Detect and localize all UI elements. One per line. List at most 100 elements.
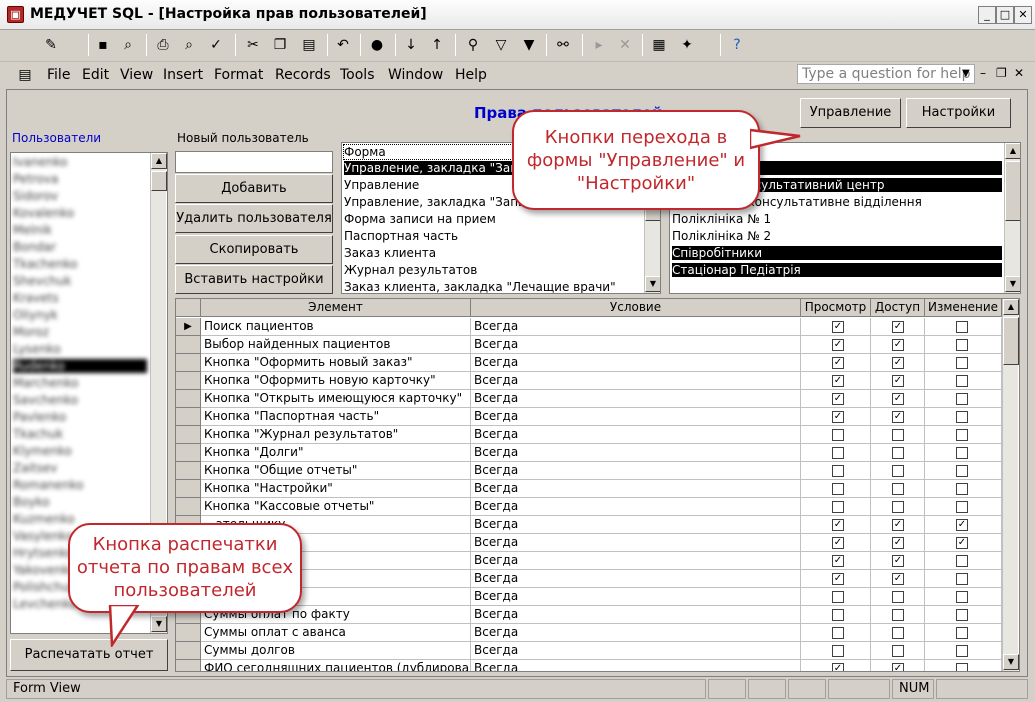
menu-window[interactable]: Window (388, 67, 443, 83)
user-item[interactable]: Zaitsev (13, 461, 147, 475)
department-item[interactable]: Співробітники (672, 246, 1002, 260)
checkbox-edit[interactable] (956, 627, 968, 639)
filter-selection-icon[interactable]: ⚲ (462, 34, 484, 56)
app-icon[interactable]: ▣ (7, 6, 24, 23)
spelling-icon[interactable]: ✓ (205, 34, 227, 56)
checkbox-view[interactable]: ✓ (832, 519, 844, 531)
checkbox-view[interactable] (832, 627, 844, 639)
row-selector[interactable] (176, 624, 201, 642)
forms-list-item[interactable]: Заказ клиента, закладка "Лечащие врачи" (344, 280, 644, 293)
checkbox-view[interactable]: ✓ (832, 537, 844, 549)
menu-records[interactable]: Records (275, 67, 331, 83)
checkbox-view[interactable]: ✓ (832, 411, 844, 423)
checkbox-edit[interactable]: ✓ (956, 537, 968, 549)
checkbox-view[interactable]: ✓ (832, 321, 844, 333)
user-item[interactable]: Boyko (13, 495, 147, 509)
add-user-button[interactable]: Добавить пользователя (175, 174, 333, 223)
checkbox-edit[interactable] (956, 411, 968, 423)
menu-format[interactable]: Format (214, 67, 263, 83)
design-view-icon[interactable]: ✎ (40, 34, 62, 56)
user-item[interactable]: Tkachenko (13, 257, 147, 271)
row-selector[interactable] (176, 354, 201, 372)
copy-icon[interactable]: ❐ (269, 34, 291, 56)
delete-record-icon[interactable]: ✕ (614, 34, 636, 56)
new-object-icon[interactable]: ✦ (676, 34, 698, 56)
checkbox-access[interactable] (892, 465, 904, 477)
filter-form-icon[interactable]: ▽ (490, 34, 512, 56)
delete-user-button[interactable]: Удалить пользователя (175, 204, 333, 233)
checkbox-view[interactable]: ✓ (832, 663, 844, 671)
row-selector[interactable] (176, 336, 201, 354)
checkbox-access[interactable]: ✓ (892, 339, 904, 351)
user-icon[interactable]: ● (366, 34, 388, 56)
checkbox-access[interactable]: ✓ (892, 393, 904, 405)
checkbox-edit[interactable] (956, 483, 968, 495)
doc-minimize-button[interactable]: – (980, 66, 986, 80)
checkbox-edit[interactable] (956, 591, 968, 603)
row-selector[interactable]: ▶ (176, 318, 201, 336)
user-item[interactable]: Klymenko (13, 444, 147, 458)
user-item[interactable]: Rudenko (13, 359, 147, 373)
cell-element[interactable]: Кнопка "Открыть имеющуюся карточку" (201, 390, 471, 408)
cell-condition[interactable]: Всегда (471, 624, 801, 642)
checkbox-edit[interactable] (956, 609, 968, 621)
copy-settings-button[interactable]: Скопировать настройки (175, 235, 333, 284)
cell-condition[interactable]: Всегда (471, 408, 801, 426)
undo-icon[interactable]: ↶ (332, 34, 354, 56)
doc-close-button[interactable]: ✕ (1014, 66, 1024, 80)
checkbox-view[interactable]: ✓ (832, 375, 844, 387)
menu-file[interactable]: File (47, 67, 70, 83)
checkbox-view[interactable] (832, 501, 844, 513)
close-button[interactable]: ✕ (1014, 6, 1032, 24)
cell-element[interactable]: Суммы долгов (201, 642, 471, 660)
user-item[interactable]: Bondar (13, 240, 147, 254)
row-selector[interactable] (176, 642, 201, 660)
checkbox-edit[interactable] (956, 357, 968, 369)
checkbox-edit[interactable] (956, 573, 968, 585)
user-item[interactable]: Melnik (13, 223, 147, 237)
checkbox-access[interactable]: ✓ (892, 663, 904, 671)
cell-condition[interactable]: Всегда (471, 462, 801, 480)
user-item[interactable]: Romanenko (13, 478, 147, 492)
cell-element[interactable]: Кнопка "Паспортная часть" (201, 408, 471, 426)
checkbox-access[interactable] (892, 591, 904, 603)
cut-icon[interactable]: ✂ (242, 34, 264, 56)
cell-condition[interactable]: Всегда (471, 516, 801, 534)
checkbox-edit[interactable] (956, 663, 968, 671)
help-icon[interactable]: ? (726, 34, 748, 56)
checkbox-access[interactable] (892, 483, 904, 495)
print-preview-icon[interactable]: ⌕ (178, 34, 200, 56)
search-doc-icon[interactable]: ⌕ (117, 34, 139, 56)
cell-element[interactable]: Кнопка "Настройки" (201, 480, 471, 498)
user-item[interactable]: Shevchuk (13, 274, 147, 288)
checkbox-access[interactable]: ✓ (892, 357, 904, 369)
checkbox-view[interactable]: ✓ (832, 555, 844, 567)
apply-filter-icon[interactable]: ▼ (518, 34, 540, 56)
cell-condition[interactable]: Всегда (471, 552, 801, 570)
menu-edit[interactable]: Edit (82, 67, 109, 83)
checkbox-access[interactable] (892, 501, 904, 513)
help-dropdown-icon[interactable]: ▼ (962, 68, 970, 79)
user-item[interactable]: Tkachuk (13, 427, 147, 441)
row-selector[interactable] (176, 498, 201, 516)
forms-list-item[interactable]: Журнал результатов (344, 263, 644, 277)
user-item[interactable]: Petrova (13, 172, 147, 186)
sort-asc-icon[interactable]: ↓ (400, 34, 422, 56)
row-selector[interactable] (176, 660, 201, 671)
checkbox-access[interactable]: ✓ (892, 555, 904, 567)
cell-element[interactable]: Кнопка "Общие отчеты" (201, 462, 471, 480)
menu-insert[interactable]: Insert (163, 67, 203, 83)
user-item[interactable]: Kovalenko (13, 206, 147, 220)
row-selector[interactable] (176, 390, 201, 408)
checkbox-view[interactable] (832, 645, 844, 657)
checkbox-edit[interactable] (956, 393, 968, 405)
print-report-button[interactable]: Распечатать отчет (10, 639, 168, 671)
paste-settings-button[interactable]: Вставить настройки (175, 265, 333, 294)
checkbox-access[interactable] (892, 429, 904, 441)
cell-condition[interactable]: Всегда (471, 390, 801, 408)
user-item[interactable]: Savchenko (13, 393, 147, 407)
checkbox-view[interactable] (832, 609, 844, 621)
user-item[interactable]: Ivanenko (13, 155, 147, 169)
user-item[interactable]: Sidorov (13, 189, 147, 203)
cell-condition[interactable]: Всегда (471, 570, 801, 588)
